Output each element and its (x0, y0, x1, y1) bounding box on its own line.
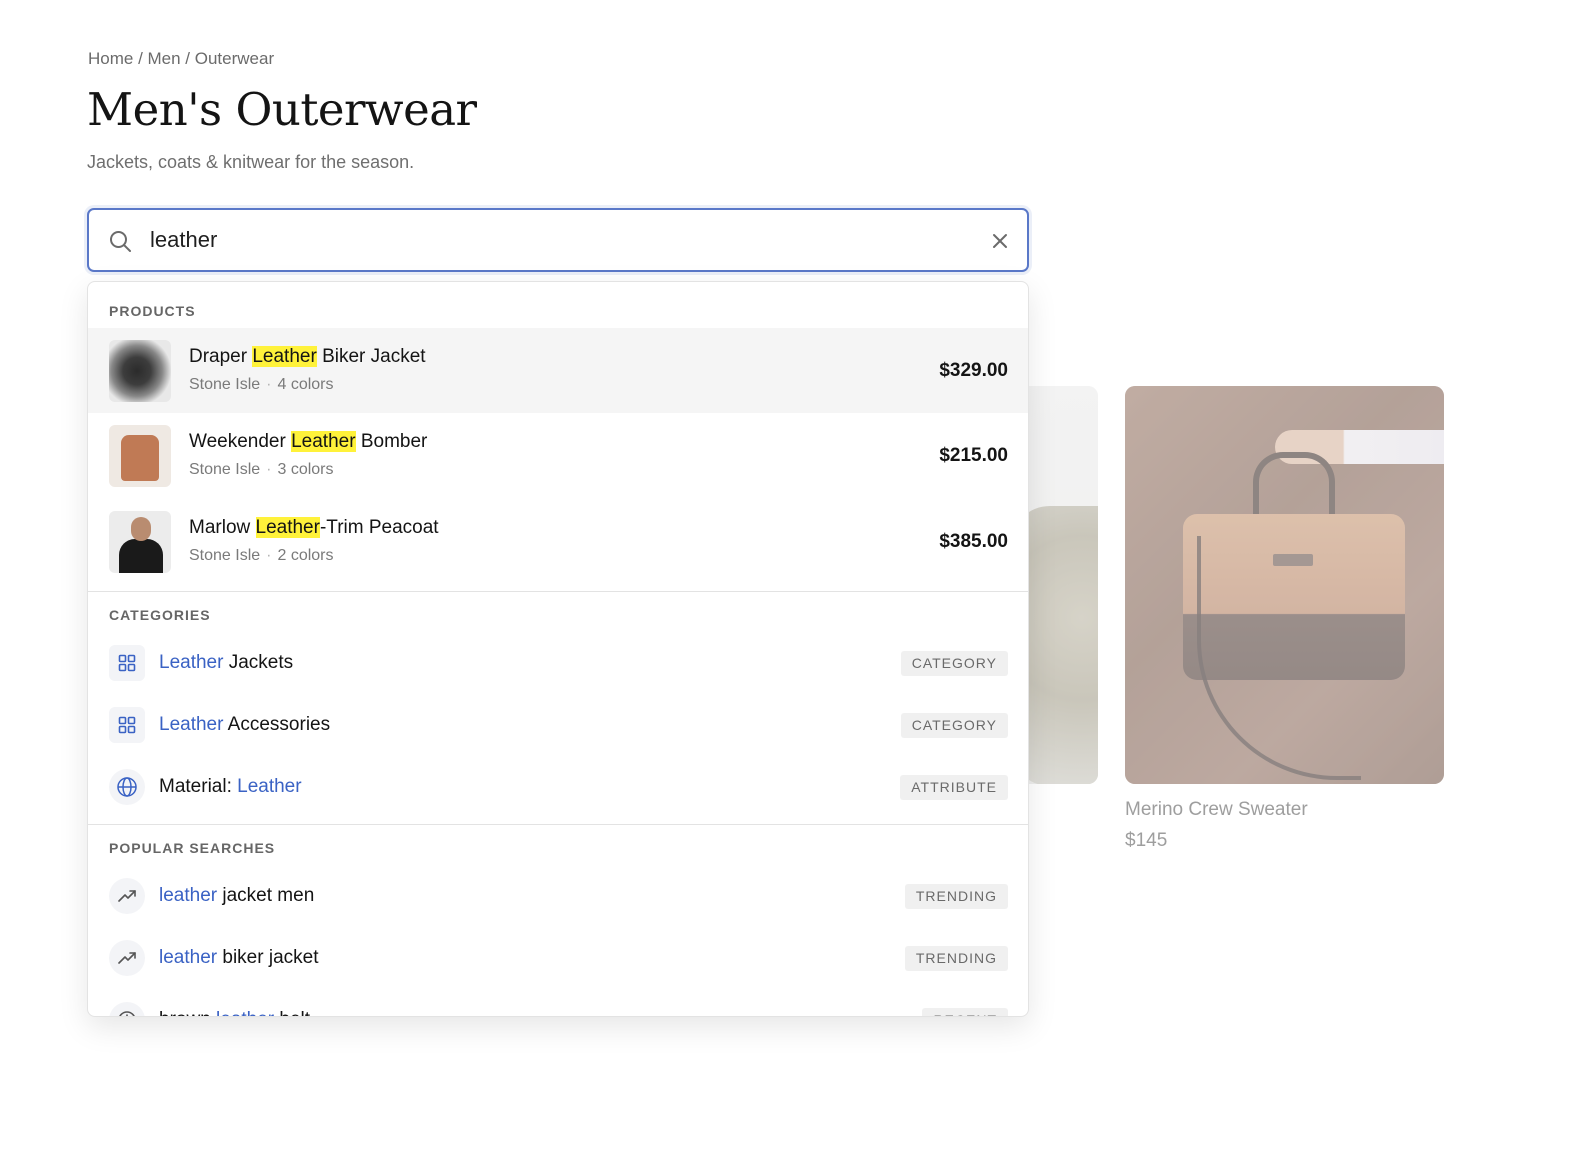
breadcrumb: Home / Men / Outerwear (88, 49, 275, 68)
trending-badge: TRENDING (904, 884, 1008, 909)
category-label: Leather Accessories (159, 714, 331, 735)
trending-icon (109, 878, 145, 914)
product-suggestion[interactable]: Draper Leather Biker Jacket Stone Isle · 4… (88, 328, 1028, 413)
products-section-title: PRODUCTS (109, 303, 196, 319)
product-brand: Stone Isle (189, 547, 261, 564)
match-highlight: Leather (291, 431, 356, 452)
categories-section-title: CATEGORIES (109, 607, 211, 623)
product-price: $385.00 (939, 531, 1008, 552)
product-thumbnail (109, 511, 171, 573)
category-label: Leather Jackets (159, 652, 294, 673)
match-highlight: Leather (255, 517, 320, 538)
category-badge: CATEGORY (900, 651, 1008, 676)
product-colors: 4 colors (277, 376, 334, 393)
page-subtitle: Jackets, coats & knitwear for the season… (87, 152, 415, 172)
product-name: Weekender Leather Bomber (189, 431, 428, 452)
recent-badge: RECENT (922, 1008, 1008, 1016)
product-brand: Stone Isle (189, 461, 261, 478)
product-price: $215.00 (939, 445, 1008, 466)
divider (88, 591, 1028, 592)
page-title: Men's Outerwear (87, 83, 477, 136)
product-name: Marlow Leather-Trim Peacoat (189, 517, 439, 538)
product-colors: 2 colors (277, 547, 334, 564)
page: Home / Men / Outerwear Men's Outerwear J… (0, 0, 1594, 1161)
search-suggestions-dropdown: PRODUCTS Draper Leather Biker Jacket Sto… (87, 281, 1029, 1017)
product-thumbnail (109, 340, 171, 402)
divider (88, 824, 1028, 825)
product-name: Draper Leather Biker Jacket (189, 346, 426, 367)
product-image[interactable] (1125, 386, 1444, 784)
search-box[interactable] (87, 208, 1029, 272)
search-input[interactable] (150, 220, 950, 260)
product-suggestion[interactable]: Marlow Leather-Trim Peacoat Stone Isle · 2… (88, 499, 1028, 584)
product-card[interactable]: Merino Crew Sweater $145 (1125, 386, 1444, 852)
globe-icon (109, 769, 145, 805)
category-suggestion[interactable]: Leather Accessories CATEGORY (88, 699, 1028, 751)
attribute-suggestion[interactable]: Material: Leather ATTRIBUTE (88, 761, 1028, 813)
popular-search-label: leather biker jacket (159, 947, 319, 968)
product-thumbnail (109, 425, 171, 487)
grid-icon (109, 707, 145, 743)
product-price: $329.00 (939, 360, 1008, 381)
match-highlight: Leather (252, 346, 317, 367)
product-meta: Stone Isle · 3 colors (189, 461, 334, 478)
recent-search-label: brown leather belt (159, 1008, 310, 1016)
clear-search-button[interactable] (989, 230, 1011, 252)
recent-search-suggestion[interactable]: brown leather belt RECENT (88, 994, 1028, 1016)
popular-search-suggestion[interactable]: leather biker jacket TRENDING (88, 932, 1028, 984)
product-colors: 3 colors (277, 461, 334, 478)
popular-search-label: leather jacket men (159, 885, 315, 906)
search-icon (110, 231, 131, 252)
attribute-badge: ATTRIBUTE (900, 775, 1008, 800)
trending-icon (109, 940, 145, 976)
grid-icon (109, 645, 145, 681)
popular-search-suggestion[interactable]: leather jacket men TRENDING (88, 870, 1028, 922)
popular-searches-section-title: POPULAR SEARCHES (109, 840, 276, 856)
category-suggestion[interactable]: Leather Jackets CATEGORY (88, 637, 1028, 689)
category-badge: CATEGORY (900, 713, 1008, 738)
product-brand: Stone Isle (189, 376, 261, 393)
attribute-label: Material: Leather (159, 776, 302, 797)
product-meta: Stone Isle · 2 colors (189, 547, 334, 564)
product-card-price: $145 (1125, 830, 1168, 851)
trending-badge: TRENDING (904, 946, 1008, 971)
product-card-name[interactable]: Merino Crew Sweater (1125, 799, 1444, 821)
clock-icon (109, 1002, 145, 1016)
product-suggestion[interactable]: Weekender Leather Bomber Stone Isle · 3 co… (88, 413, 1028, 498)
product-meta: Stone Isle · 4 colors (189, 376, 334, 393)
